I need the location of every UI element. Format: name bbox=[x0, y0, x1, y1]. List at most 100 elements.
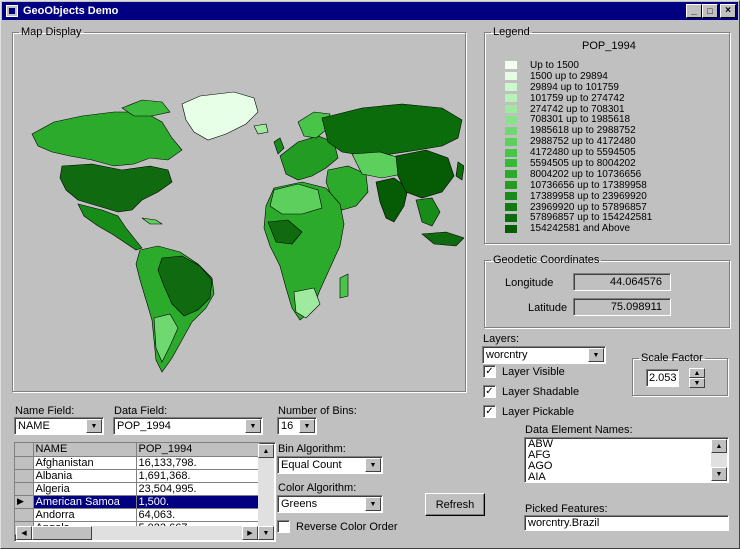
picked-features-label: Picked Features: bbox=[525, 503, 608, 515]
close-button[interactable]: × bbox=[720, 4, 736, 18]
cell-name[interactable]: Algeria bbox=[33, 482, 137, 496]
grid-column-header[interactable]: NAME bbox=[33, 443, 137, 457]
layer-pickable-label: Layer Pickable bbox=[502, 405, 575, 418]
grid-column-header[interactable]: POP_1994 bbox=[136, 443, 260, 457]
row-selector[interactable] bbox=[15, 456, 34, 470]
legend-item-label: 10736656 up to 17389958 bbox=[530, 179, 647, 191]
cell-pop-1994[interactable]: 16,133,798. bbox=[136, 456, 260, 470]
table-row[interactable]: Afghanistan 16,133,798. bbox=[15, 456, 260, 470]
longitude-label: Longitude bbox=[505, 277, 554, 289]
grid-header-row: NAME POP_1994 bbox=[15, 443, 260, 457]
maximize-button[interactable]: □ bbox=[702, 4, 718, 18]
legend-list: Up to 1500 1500 up to 29894 29894 up to 10… bbox=[505, 60, 715, 234]
chevron-down-icon[interactable]: ▼ bbox=[245, 419, 261, 433]
cell-name[interactable]: Andorra bbox=[33, 508, 137, 522]
legend-swatch bbox=[505, 94, 517, 103]
minimize-button[interactable]: _ bbox=[686, 4, 702, 18]
legend-item-label: 17389958 up to 23969920 bbox=[530, 190, 647, 202]
map-canvas[interactable] bbox=[22, 42, 465, 382]
layer-shadable-check-box[interactable]: ✓ bbox=[483, 385, 496, 398]
legend-item: 708301 up to 1985618 bbox=[505, 114, 715, 125]
legend-item-label: 4172480 up to 5594505 bbox=[530, 147, 636, 159]
number-of-bins-select[interactable]: 16 ▼ bbox=[277, 417, 317, 435]
legend-item: 101759 up to 274742 bbox=[505, 93, 715, 104]
scroll-right-icon[interactable]: ▶ bbox=[242, 526, 258, 540]
latitude-label: Latitude bbox=[528, 302, 568, 314]
bin-algorithm-select[interactable]: Equal Count ▼ bbox=[277, 456, 383, 474]
world-map[interactable] bbox=[22, 42, 465, 382]
layers-select[interactable]: worcntry ▼ bbox=[482, 346, 606, 364]
chevron-down-icon[interactable]: ▼ bbox=[588, 348, 604, 362]
title-bar[interactable]: GeoObjects Demo _ □ × bbox=[2, 2, 738, 20]
list-item[interactable]: AIA bbox=[525, 472, 728, 483]
table-row[interactable]: Albania 1,691,368. bbox=[15, 469, 260, 483]
name-field-select[interactable]: NAME ▼ bbox=[14, 417, 104, 435]
grid-vertical-scrollbar[interactable]: ▲ ▼ bbox=[258, 444, 274, 540]
chevron-down-icon[interactable]: ▼ bbox=[299, 419, 315, 433]
cell-name[interactable]: American Samoa bbox=[33, 495, 137, 509]
data-element-names-list[interactable]: ABW AFG AGO AIA bbox=[524, 437, 729, 483]
reverse-color-order-checkbox[interactable]: Reverse Color Order bbox=[277, 520, 397, 533]
cell-pop-1994[interactable]: 64,063. bbox=[136, 508, 260, 522]
table-row[interactable]: Algeria 23,504,995. bbox=[15, 482, 260, 496]
list-item[interactable]: ABW bbox=[525, 439, 728, 450]
picked-features-field[interactable]: worcntry.Brazil bbox=[524, 515, 729, 531]
geodetic-label: Geodetic Coordinates bbox=[493, 254, 600, 266]
layer-shadable-label: Layer Shadable bbox=[502, 385, 580, 398]
scale-factor-spinner[interactable]: ▲ ▼ bbox=[689, 368, 705, 388]
color-algorithm-label: Color Algorithm: bbox=[278, 482, 357, 494]
layer-shadable-checkbox[interactable]: ✓ Layer Shadable bbox=[483, 385, 579, 398]
spin-up-icon[interactable]: ▲ bbox=[689, 368, 705, 378]
cell-name[interactable]: Albania bbox=[33, 469, 137, 483]
row-selector[interactable]: ▶ bbox=[15, 495, 34, 509]
row-selector[interactable] bbox=[15, 508, 34, 522]
table-row[interactable]: Andorra 64,063. bbox=[15, 508, 260, 522]
usa-shape bbox=[59, 163, 173, 213]
scale-factor-input[interactable]: 2.053 bbox=[646, 369, 679, 387]
scroll-up-icon[interactable]: ▲ bbox=[258, 444, 274, 458]
cell-pop-1994[interactable]: 23,504,995. bbox=[136, 482, 260, 496]
scroll-down-icon[interactable]: ▼ bbox=[258, 526, 274, 540]
color-algorithm-select[interactable]: Greens ▼ bbox=[277, 495, 383, 513]
chevron-down-icon[interactable]: ▼ bbox=[365, 458, 381, 472]
chevron-down-icon[interactable]: ▼ bbox=[86, 419, 102, 433]
chevron-down-icon[interactable]: ▼ bbox=[365, 497, 381, 511]
scroll-thumb[interactable] bbox=[32, 526, 92, 540]
legend-item-label: 101759 up to 274742 bbox=[530, 92, 625, 104]
spin-down-icon[interactable]: ▼ bbox=[689, 378, 705, 388]
list-item[interactable]: AGO bbox=[525, 461, 728, 472]
layer-visible-check-box[interactable]: ✓ bbox=[483, 365, 496, 378]
legend-swatch bbox=[505, 224, 517, 233]
legend-swatch bbox=[505, 170, 517, 179]
japan-shape bbox=[455, 161, 465, 181]
reverse-color-order-box[interactable] bbox=[277, 520, 290, 533]
scroll-up-icon[interactable]: ▲ bbox=[711, 439, 727, 453]
layer-pickable-checkbox[interactable]: ✓ Layer Pickable bbox=[483, 405, 574, 418]
legend-item: 4172480 up to 5594505 bbox=[505, 147, 715, 158]
cell-name[interactable]: Afghanistan bbox=[33, 456, 137, 470]
data-grid[interactable]: NAME POP_1994 Afghanistan 16,133,798. Alba… bbox=[14, 442, 276, 542]
scroll-down-icon[interactable]: ▼ bbox=[711, 467, 727, 481]
table-row[interactable]: ▶ American Samoa 1,500. bbox=[15, 495, 260, 509]
legend-item-label: 5594505 up to 8004202 bbox=[530, 157, 636, 169]
legend-item: Up to 1500 bbox=[505, 60, 715, 71]
legend-item: 1985618 up to 2988752 bbox=[505, 125, 715, 136]
legend-swatch bbox=[505, 159, 517, 168]
cell-pop-1994[interactable]: 1,500. bbox=[136, 495, 260, 509]
legend-item-label: 23969920 up to 57896857 bbox=[530, 201, 647, 213]
legend-item: 5594505 up to 8004202 bbox=[505, 158, 715, 169]
layer-pickable-check-box[interactable]: ✓ bbox=[483, 405, 496, 418]
cell-pop-1994[interactable]: 1,691,368. bbox=[136, 469, 260, 483]
legend-item-label: 57896857 up to 154242581 bbox=[530, 212, 653, 224]
list-item[interactable]: AFG bbox=[525, 450, 728, 461]
refresh-button[interactable]: Refresh bbox=[425, 493, 485, 516]
row-selector[interactable] bbox=[15, 469, 34, 483]
data-field-select[interactable]: POP_1994 ▼ bbox=[113, 417, 263, 435]
grid-horizontal-scrollbar[interactable]: ◀ ▶ bbox=[16, 526, 258, 540]
row-selector[interactable] bbox=[15, 482, 34, 496]
layer-visible-label: Layer Visible bbox=[502, 365, 565, 378]
scroll-left-icon[interactable]: ◀ bbox=[16, 526, 32, 540]
element-list-scrollbar[interactable]: ▲ ▼ bbox=[711, 439, 727, 481]
data-element-names-label: Data Element Names: bbox=[525, 424, 633, 436]
layer-visible-checkbox[interactable]: ✓ Layer Visible bbox=[483, 365, 565, 378]
